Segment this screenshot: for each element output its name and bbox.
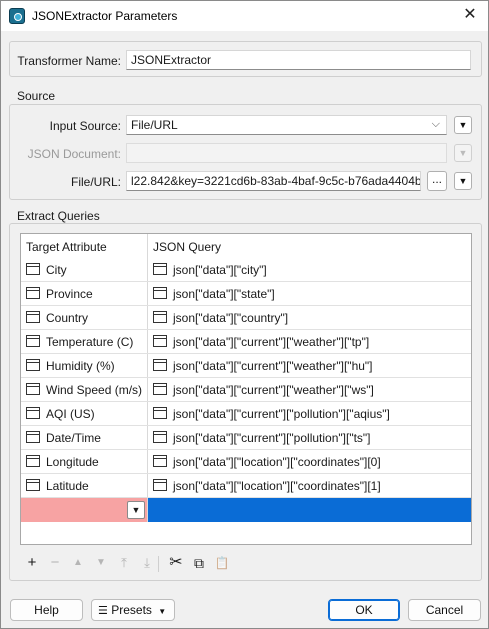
move-down-icon[interactable]: ▼ <box>92 554 110 572</box>
extract-queries-label: Extract Queries <box>17 209 100 223</box>
table-row[interactable]: Longitude json["data"]["location"]["coord… <box>21 450 471 474</box>
input-source-label: Input Source: <box>49 119 121 133</box>
table-row[interactable]: Date/Time json["data"]["current"]["pollut… <box>21 426 471 450</box>
json-document-label: JSON Document: <box>27 147 121 161</box>
json-document-input <box>126 143 447 163</box>
file-url-label: File/URL: <box>70 175 121 189</box>
json-query-cell[interactable]: json["data"]["city"] <box>173 263 267 277</box>
chevron-down-icon: ⌵ <box>431 118 440 130</box>
query-type-icon <box>153 407 167 419</box>
json-query-cell[interactable]: json["data"]["location"]["coordinates"][… <box>173 455 381 469</box>
table-row[interactable]: Wind Speed (m/s) json["data"]["current"][… <box>21 378 471 402</box>
attribute-type-icon <box>26 431 40 443</box>
browse-button[interactable]: ... <box>427 171 447 191</box>
target-attribute-cell[interactable]: City <box>46 263 67 277</box>
attribute-type-icon <box>26 479 40 491</box>
query-type-icon <box>153 263 167 275</box>
query-type-icon <box>153 359 167 371</box>
query-type-icon <box>153 287 167 299</box>
ok-button[interactable]: OK <box>328 599 400 621</box>
paste-icon[interactable]: 📋 <box>213 554 231 572</box>
query-type-icon <box>153 479 167 491</box>
json-query-cell[interactable]: json["data"]["current"]["weather"]["tp"] <box>173 335 369 349</box>
table-row[interactable]: Country json["data"]["country"] <box>21 306 471 330</box>
new-query-cell-selected[interactable] <box>148 498 471 522</box>
file-url-menu-button[interactable]: ▼ <box>454 172 472 190</box>
move-up-icon[interactable]: ▲ <box>69 554 87 572</box>
table-row[interactable]: Province json["data"]["state"] <box>21 282 471 306</box>
attribute-type-icon <box>26 407 40 419</box>
query-type-icon <box>153 311 167 323</box>
cancel-button[interactable]: Cancel <box>408 599 481 621</box>
attribute-type-icon <box>26 287 40 299</box>
target-attribute-cell[interactable]: Humidity (%) <box>46 359 115 373</box>
file-url-input[interactable]: l22.842&key=3221cd6b-83ab-4baf-9c5c-b76a… <box>126 171 421 191</box>
json-query-cell[interactable]: json["data"]["current"]["pollution"]["ts… <box>173 431 371 445</box>
table-row[interactable]: Temperature (C) json["data"]["current"]["… <box>21 330 471 354</box>
input-source-menu-button[interactable]: ▼ <box>454 116 472 134</box>
help-button[interactable]: Help <box>10 599 83 621</box>
add-row-icon[interactable]: + <box>23 554 41 572</box>
title-bar: JSONExtractor Parameters ✕ <box>1 1 488 31</box>
close-icon[interactable]: ✕ <box>460 5 480 25</box>
remove-row-icon[interactable]: − <box>46 554 64 572</box>
target-attribute-cell[interactable]: Date/Time <box>46 431 101 445</box>
column-header-json-query[interactable]: JSON Query <box>148 234 471 259</box>
attribute-type-icon <box>26 455 40 467</box>
presets-button[interactable]: ☰ Presets ▼ <box>91 599 175 621</box>
table-row[interactable]: AQI (US) json["data"]["current"]["polluti… <box>21 402 471 426</box>
column-header-target-attribute[interactable]: Target Attribute <box>21 234 147 259</box>
json-document-menu-button: ▼ <box>454 144 472 162</box>
target-attribute-cell[interactable]: AQI (US) <box>46 407 95 421</box>
move-bottom-icon[interactable]: ⤓ <box>138 554 156 572</box>
target-attribute-cell[interactable]: Country <box>46 311 88 325</box>
attribute-type-icon <box>26 311 40 323</box>
json-query-cell[interactable]: json["data"]["current"]["weather"]["hu"] <box>173 359 373 373</box>
presets-dropdown-icon: ▼ <box>158 607 167 616</box>
query-type-icon <box>153 335 167 347</box>
move-top-icon[interactable]: ⤒ <box>115 554 133 572</box>
presets-icon: ☰ <box>98 605 108 617</box>
table-row[interactable]: Latitude json["data"]["location"]["coordi… <box>21 474 471 498</box>
json-query-cell[interactable]: json["data"]["current"]["pollution"]["aq… <box>173 407 390 421</box>
cut-icon[interactable]: ✂ <box>167 554 185 572</box>
table-row[interactable]: Humidity (%) json["data"]["current"]["wea… <box>21 354 471 378</box>
input-source-select[interactable]: File/URL ⌵ <box>126 115 447 135</box>
attribute-type-icon <box>26 383 40 395</box>
target-attribute-cell[interactable]: Province <box>46 287 93 301</box>
json-query-cell[interactable]: json["data"]["state"] <box>173 287 275 301</box>
queries-table: Target Attribute JSON Query City json["da… <box>20 233 472 545</box>
dialog-window: JSONExtractor Parameters ✕ Transformer N… <box>0 0 489 629</box>
attribute-dropdown-button[interactable]: ▼ <box>127 501 145 519</box>
json-query-cell[interactable]: json["data"]["location"]["coordinates"][… <box>173 479 381 493</box>
transformer-name-label: Transformer Name: <box>17 54 121 68</box>
json-query-cell[interactable]: json["data"]["current"]["weather"]["ws"] <box>173 383 374 397</box>
table-row[interactable]: City json["data"]["city"] <box>21 258 471 282</box>
target-attribute-cell[interactable]: Wind Speed (m/s) <box>46 383 142 397</box>
attribute-type-icon <box>26 359 40 371</box>
transformer-name-input[interactable]: JSONExtractor <box>126 50 471 70</box>
json-query-cell[interactable]: json["data"]["country"] <box>173 311 288 325</box>
presets-label: Presets <box>111 603 152 617</box>
target-attribute-cell[interactable]: Temperature (C) <box>46 335 133 349</box>
copy-icon[interactable]: ⧉ <box>190 554 208 572</box>
query-type-icon <box>153 455 167 467</box>
target-attribute-cell[interactable]: Longitude <box>46 455 99 469</box>
window-title: JSONExtractor Parameters <box>32 9 178 23</box>
attribute-type-icon <box>26 263 40 275</box>
input-source-value: File/URL <box>131 118 178 132</box>
new-query-row[interactable]: ▼ <box>21 498 471 522</box>
source-group-label: Source <box>17 89 56 103</box>
target-attribute-cell[interactable]: Latitude <box>46 479 89 493</box>
fme-app-icon <box>9 8 25 24</box>
toolbar-separator <box>158 556 159 572</box>
query-type-icon <box>153 431 167 443</box>
query-type-icon <box>153 383 167 395</box>
new-attribute-cell[interactable]: ▼ <box>21 498 147 522</box>
attribute-type-icon <box>26 335 40 347</box>
